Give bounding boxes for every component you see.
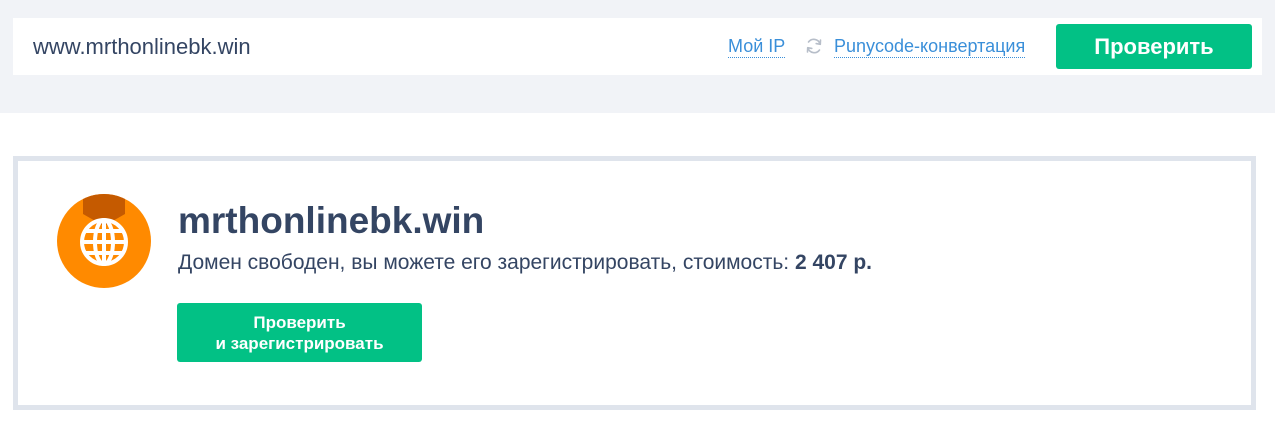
domain-title: mrthonlinebk.win	[178, 200, 485, 241]
refresh-icon	[804, 36, 824, 56]
status-text: Домен свободен, вы можете его зарегистри…	[178, 251, 795, 274]
my-ip-link[interactable]: Мой IP	[728, 35, 786, 58]
register-button-line2: и зарегистрировать	[215, 333, 384, 353]
domain-result-card: mrthonlinebk.win Домен свободен, вы може…	[13, 156, 1256, 410]
search-bar: Мой IP Punycode-конвертация Проверить	[13, 18, 1262, 75]
register-button-line1: Проверить	[253, 312, 346, 332]
domain-search-input[interactable]	[33, 18, 593, 75]
check-button[interactable]: Проверить	[1056, 24, 1252, 69]
globe-icon	[57, 194, 151, 288]
punycode-conversion-link[interactable]: Punycode-конвертация	[834, 35, 1026, 58]
availability-status: Домен свободен, вы можете его зарегистри…	[178, 250, 872, 276]
domain-price: 2 407 р.	[794, 251, 873, 274]
check-and-register-button[interactable]: Проверить и зарегистрировать	[177, 303, 422, 362]
